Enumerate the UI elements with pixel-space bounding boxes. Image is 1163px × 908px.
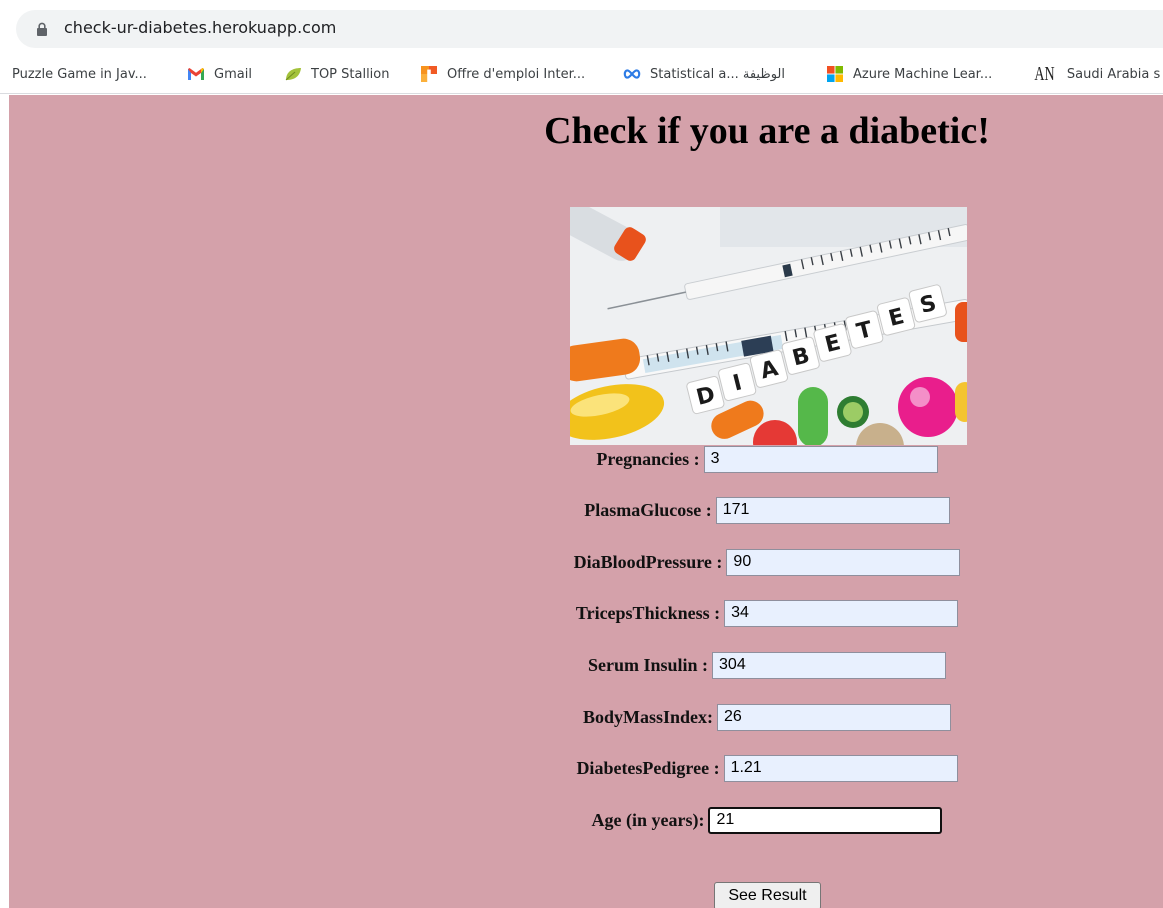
age-label: Age (in years): (591, 809, 705, 830)
plasma-glucose-input[interactable] (715, 496, 950, 524)
browser-address-bar: check-ur-diabetes.herokuapp.com (0, 0, 1163, 54)
bookmark-label: Gmail (214, 66, 252, 82)
bookmark-label: Saudi Arabia s (1066, 66, 1161, 82)
bookmark-statistical[interactable]: Statistical a... الوظيفة (623, 62, 785, 86)
form-row-serum-insulin: Serum Insulin : (9, 651, 1163, 679)
bookmark-azure-ml[interactable]: Azure Machine Lear... (826, 62, 992, 86)
lock-icon[interactable] (36, 22, 48, 36)
form-row-plasma-glucose: PlasmaGlucose : (9, 496, 1163, 524)
body-mass-index-input[interactable] (717, 703, 952, 731)
plasma-glucose-label: PlasmaGlucose : (584, 499, 712, 520)
age-input[interactable] (708, 806, 943, 834)
pregnancies-label: Pregnancies : (596, 448, 700, 469)
form-row-diabetes-pedigree: DiabetesPedigree : (9, 754, 1163, 782)
form-row-age: Age (in years): (9, 806, 1163, 834)
leaf-icon (285, 68, 301, 81)
diabetes-illustration: D I A B E T E S (570, 207, 967, 445)
bookmark-label: Statistical a... الوظيفة (650, 66, 785, 82)
diabetes-hero-image: D I A B E T E S (570, 207, 967, 445)
bookmark-gmail[interactable]: Gmail (187, 62, 252, 86)
form-row-dia-blood-pressure: DiaBloodPressure : (9, 548, 1163, 576)
page-body: Check if you are a diabetic! D I A B E T… (9, 95, 1163, 908)
flag-icon (421, 66, 437, 82)
bookmark-puzzle-game[interactable]: Puzzle Game in Jav... (12, 62, 147, 86)
dia-blood-pressure-input[interactable] (726, 548, 961, 576)
an-logo-icon: AN (1034, 62, 1055, 85)
serum-insulin-input[interactable] (712, 651, 947, 679)
page-title: Check if you are a diabetic! (544, 110, 990, 152)
gmail-icon (188, 68, 204, 80)
bookmark-label: Offre d'emploi Inter... (447, 66, 586, 82)
bookmark-offre-emploi[interactable]: Offre d'emploi Inter... (420, 62, 585, 86)
bookmark-label: Puzzle Game in Jav... (12, 66, 147, 82)
body-mass-index-label: BodyMassIndex: (582, 706, 714, 727)
bookmark-label: Azure Machine Lear... (853, 66, 993, 82)
bookmarks-bar: Puzzle Game in Jav... Gmail TOP Stallion… (0, 54, 1163, 94)
triceps-thickness-label: TricepsThickness : (575, 602, 721, 623)
diabetes-pedigree-input[interactable] (723, 754, 958, 782)
infinity-icon (623, 69, 641, 79)
diabetes-pedigree-label: DiabetesPedigree : (576, 757, 720, 778)
microsoft-icon (827, 66, 843, 82)
see-result-button[interactable]: See Result (714, 882, 821, 908)
form-row-pregnancies: Pregnancies : (9, 445, 1163, 473)
url-text[interactable]: check-ur-diabetes.herokuapp.com (64, 18, 336, 37)
bookmark-saudi-arabia[interactable]: AN Saudi Arabia s (1030, 62, 1160, 86)
dia-blood-pressure-label: DiaBloodPressure : (573, 551, 723, 572)
form-row-body-mass-index: BodyMassIndex: (9, 703, 1163, 731)
bookmark-top-stallion[interactable]: TOP Stallion (284, 62, 390, 86)
bookmark-label: TOP Stallion (311, 66, 390, 82)
form-row-triceps-thickness: TricepsThickness : (9, 599, 1163, 627)
triceps-thickness-input[interactable] (724, 599, 959, 627)
serum-insulin-label: Serum Insulin : (587, 654, 709, 675)
pregnancies-input[interactable] (703, 445, 938, 473)
